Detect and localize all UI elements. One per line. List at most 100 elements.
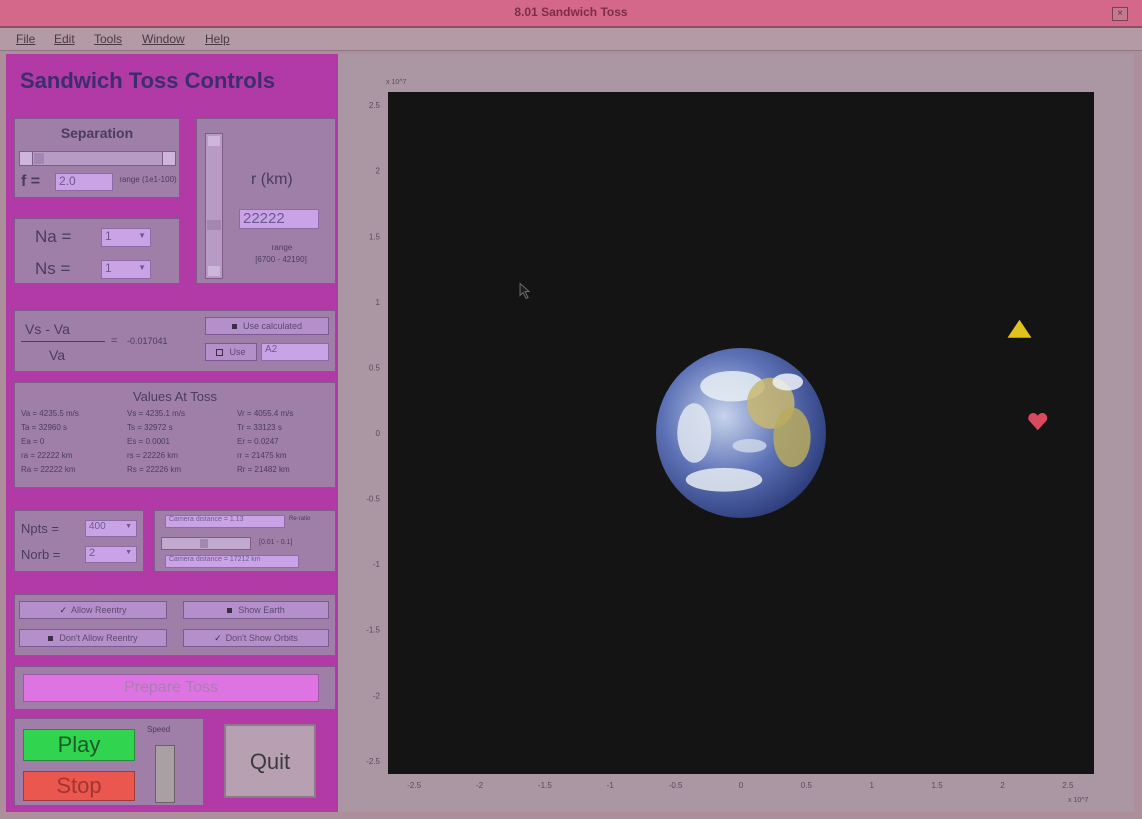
camera-range: [0.01 - 0.1]	[259, 539, 293, 546]
controls-panel: Sandwich Toss Controls Separation f = 2.…	[6, 54, 338, 812]
x-tick-label: 1.5	[932, 781, 944, 790]
ns-value: 1	[105, 261, 112, 275]
show-earth-radio[interactable]: Show Earth	[183, 601, 329, 619]
play-button[interactable]: Play	[23, 729, 135, 761]
values-col-2: Vs = 4235.1 m/s Ts = 32972 s Es = 0.0001…	[127, 409, 185, 479]
separation-box: Separation f = 2.0 range (1e1-100)	[14, 118, 180, 198]
radius-range-label: range	[271, 243, 293, 252]
plot-area: -2.5 -2 -1.5 -1 -0.5 0 0.5 1 1.5 2 2.5 2.5 2 1.5 1 0.5 0…	[338, 54, 1134, 812]
fraction-bar	[21, 341, 105, 342]
stop-button[interactable]: Stop	[23, 771, 135, 801]
x-tick-label: 1	[870, 781, 875, 790]
values-at-toss-box: Values At Toss Va = 4235.5 m/s Ta = 3296…	[14, 382, 336, 488]
speed-slider[interactable]	[155, 745, 175, 803]
ratio-denominator: Va	[49, 347, 66, 363]
camera-distance-km[interactable]: Camera distance = 17212 km	[165, 555, 299, 568]
ns-label: Ns =	[35, 259, 71, 278]
y-tick-label: -1.5	[366, 626, 380, 635]
slider-down-arrow-icon[interactable]	[208, 266, 220, 276]
dont-show-orbits-radio[interactable]: ✓ Don't Show Orbits	[183, 629, 329, 647]
ratio-box: Vs - Va Va = -0.017041 Use calculated Us…	[14, 310, 336, 372]
x-tick-label: -2	[476, 781, 484, 790]
npts-select[interactable]: 400 ▼	[85, 520, 137, 537]
menu-help[interactable]: Help	[205, 32, 230, 46]
menu-edit[interactable]: Edit	[54, 32, 75, 46]
earth-surface-feature	[772, 373, 804, 391]
radius-slider[interactable]	[205, 133, 223, 279]
allow-reentry-radio[interactable]: ✓ Allow Reentry	[19, 601, 167, 619]
slider-left-arrow-icon[interactable]	[20, 152, 33, 165]
menu-bar: File Edit Tools Window Help	[0, 28, 1142, 51]
dont-allow-reentry-radio[interactable]: Don't Allow Reentry	[19, 629, 167, 647]
prepare-toss-button[interactable]: Prepare Toss	[23, 674, 319, 702]
ratio-equals: =	[111, 335, 118, 347]
x-tick-label: 2.5	[1062, 781, 1074, 790]
use-calculated-radio[interactable]: Use calculated	[205, 317, 329, 335]
values-col-1: Va = 4235.5 m/s Ta = 32960 s Ea = 0 ra =…	[21, 409, 79, 479]
y-tick-label: 0	[376, 429, 381, 438]
toggle-box: ✓ Allow Reentry Don't Allow Reentry Show …	[14, 594, 336, 656]
separation-slider[interactable]	[19, 151, 176, 166]
title-bar: 8.01 Sandwich Toss ×	[0, 0, 1142, 28]
use-custom-radio[interactable]: Use	[205, 343, 257, 361]
na-ns-box: Na = 1 ▼ Ns = 1 ▼	[14, 218, 180, 284]
na-select[interactable]: 1 ▼	[101, 228, 151, 247]
y-tick-label: -2.5	[366, 757, 380, 766]
camera-slider[interactable]	[161, 537, 251, 550]
f-value-input[interactable]: 2.0	[55, 173, 113, 191]
slider-thumb[interactable]	[34, 153, 44, 164]
radius-slider-thumb[interactable]	[207, 220, 221, 230]
value-item: ra = 22222 km	[21, 451, 73, 460]
close-icon[interactable]: ×	[1112, 7, 1128, 21]
menu-window[interactable]: Window	[142, 32, 185, 46]
value-item: Rr = 21482 km	[237, 465, 290, 474]
na-label: Na =	[35, 227, 72, 246]
values-at-toss-title: Values At Toss	[132, 389, 218, 404]
norb-value: 2	[89, 547, 96, 559]
radio-selected-icon	[48, 636, 54, 642]
x-tick-label: -1	[607, 781, 615, 790]
radius-input[interactable]: 22222	[239, 209, 319, 229]
value-item: Tr = 33123 s	[237, 423, 282, 432]
speed-label: Speed	[147, 725, 171, 734]
camera-box: Camera distance = 1.13 Re-ratio [0.01 - …	[154, 510, 336, 572]
chevron-down-icon: ▼	[138, 231, 146, 240]
ratio-value: -0.017041	[127, 336, 168, 346]
x-tick-label: 0.5	[801, 781, 813, 790]
y-tick-label: 2	[376, 167, 381, 176]
norb-label: Norb =	[21, 547, 61, 562]
npts-norb-box: Npts = 400 ▼ Norb = 2 ▼	[14, 510, 144, 572]
value-item: Ra = 22222 km	[21, 465, 76, 474]
x-axis-exponent: x 10^7	[1068, 797, 1089, 804]
f-range-text: range (1e1-100)	[119, 175, 177, 184]
quit-button[interactable]: Quit	[224, 724, 316, 798]
earth-surface-feature	[677, 403, 712, 463]
ns-select[interactable]: 1 ▼	[101, 260, 151, 279]
menu-tools[interactable]: Tools	[94, 32, 122, 46]
slider-up-arrow-icon[interactable]	[208, 136, 220, 146]
controls-heading: Sandwich Toss Controls	[20, 68, 276, 93]
value-item: Es = 0.0001	[127, 437, 170, 446]
value-item: Vr = 4055.4 m/s	[237, 409, 294, 418]
slider-right-arrow-icon[interactable]	[162, 152, 175, 165]
use-calculated-label: Use calculated	[242, 321, 303, 331]
chevron-down-icon: ▼	[125, 549, 132, 556]
dont-show-orbits-label: Don't Show Orbits	[225, 633, 298, 643]
app-window: 8.01 Sandwich Toss × File Edit Tools Win…	[0, 0, 1142, 819]
camera-slider-thumb[interactable]	[200, 539, 208, 548]
value-item: rr = 21475 km	[237, 451, 287, 460]
allow-reentry-label: Allow Reentry	[71, 605, 127, 615]
orbit-plot: -2.5 -2 -1.5 -1 -0.5 0 0.5 1 1.5 2 2.5 2.5 2 1.5 1 0.5 0…	[366, 79, 1094, 804]
value-item: Ta = 32960 s	[21, 423, 68, 432]
radius-label: r (km)	[251, 171, 293, 188]
earth-icon	[656, 348, 826, 518]
npts-value: 400	[89, 521, 106, 532]
norb-select[interactable]: 2 ▼	[85, 546, 137, 563]
menu-file[interactable]: File	[16, 32, 35, 46]
show-earth-label: Show Earth	[238, 605, 285, 615]
x-tick-label: 0	[739, 781, 744, 790]
custom-ratio-input[interactable]: A2	[261, 343, 329, 361]
radio-selected-icon	[227, 608, 233, 614]
y-tick-label: -1	[373, 560, 381, 569]
camera-distance-input[interactable]: Camera distance = 1.13	[165, 515, 285, 528]
